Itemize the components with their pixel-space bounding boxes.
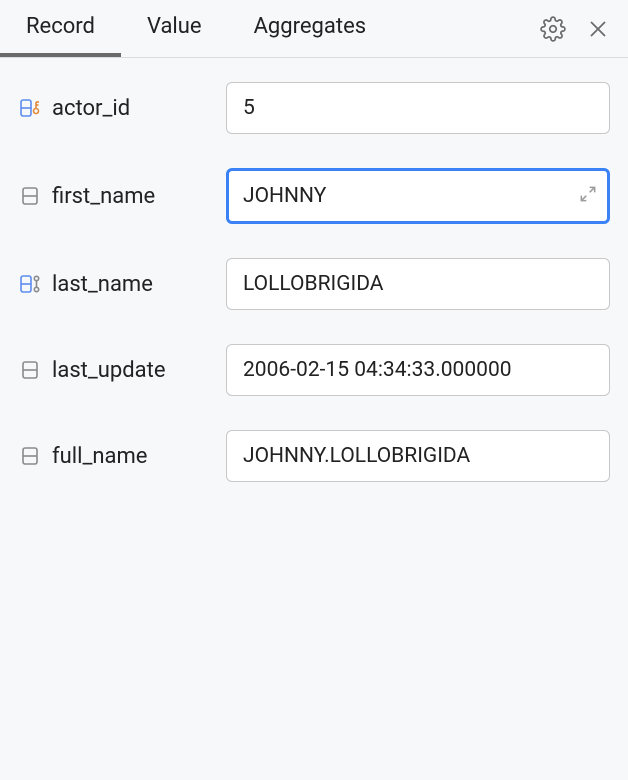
field-row-last-name: last_name — [18, 258, 610, 310]
field-input-wrap — [226, 82, 610, 134]
field-label-group: last_update — [18, 358, 214, 383]
close-button[interactable] — [586, 17, 610, 41]
key-column-icon — [18, 96, 42, 120]
full-name-input[interactable] — [226, 430, 610, 482]
header-actions — [540, 16, 610, 42]
column-icon — [18, 358, 42, 382]
tab-record[interactable]: Record — [0, 0, 121, 57]
column-icon — [18, 184, 42, 208]
field-label: last_name — [52, 272, 153, 297]
field-label: actor_id — [52, 96, 130, 121]
field-input-wrap — [226, 168, 610, 224]
field-row-actor-id: actor_id — [18, 82, 610, 134]
last-update-input[interactable] — [226, 344, 610, 396]
expand-button[interactable] — [578, 184, 598, 208]
indexed-column-icon — [18, 272, 42, 296]
field-label-group: last_name — [18, 272, 214, 297]
field-row-full-name: full_name — [18, 430, 610, 482]
field-label: full_name — [52, 444, 147, 469]
close-icon — [586, 17, 610, 41]
field-row-last-update: last_update — [18, 344, 610, 396]
field-row-first-name: first_name — [18, 168, 610, 224]
header: Record Value Aggregates — [0, 0, 628, 58]
column-icon — [18, 444, 42, 468]
field-label: first_name — [52, 184, 155, 209]
field-input-wrap — [226, 258, 610, 310]
field-label: last_update — [52, 358, 166, 383]
tab-value[interactable]: Value — [121, 0, 228, 57]
settings-button[interactable] — [540, 16, 566, 42]
field-input-wrap — [226, 430, 610, 482]
field-input-wrap — [226, 344, 610, 396]
expand-icon — [578, 184, 598, 204]
actor-id-input[interactable] — [226, 82, 610, 134]
last-name-input[interactable] — [226, 258, 610, 310]
first-name-input[interactable] — [226, 168, 610, 224]
field-label-group: actor_id — [18, 96, 214, 121]
gear-icon — [540, 16, 566, 42]
tab-aggregates[interactable]: Aggregates — [228, 0, 393, 57]
tabs: Record Value Aggregates — [0, 0, 392, 57]
field-label-group: first_name — [18, 184, 214, 209]
field-label-group: full_name — [18, 444, 214, 469]
fields-panel: actor_id first_name — [0, 58, 628, 482]
